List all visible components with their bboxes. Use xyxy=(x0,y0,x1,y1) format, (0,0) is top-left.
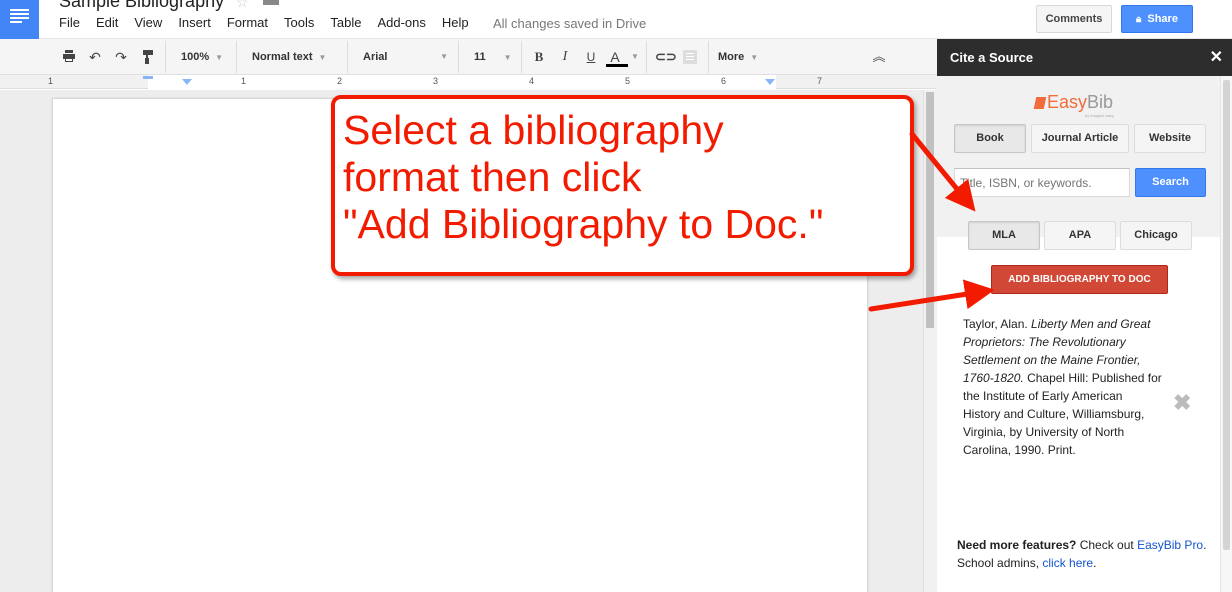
collapse-toolbar-icon[interactable]: ︽ xyxy=(871,49,887,65)
ruler-label: 4 xyxy=(529,76,535,86)
menu-insert[interactable]: Insert xyxy=(178,15,211,30)
app-header: Sample Bibliography ☆ File Edit View Ins… xyxy=(0,0,1232,39)
share-label: Share xyxy=(1147,13,1178,25)
underline-button[interactable]: U xyxy=(583,49,599,65)
right-indent-handle[interactable] xyxy=(765,79,775,85)
chevron-down-icon: ▼ xyxy=(750,53,759,62)
search-button[interactable]: Search xyxy=(1135,168,1206,197)
paint-format-icon[interactable] xyxy=(140,49,156,65)
undo-icon[interactable]: ↶ xyxy=(87,49,103,65)
document-scrollbar-thumb[interactable] xyxy=(926,92,934,328)
format-apa[interactable]: APA xyxy=(1044,221,1116,250)
menu-table[interactable]: Table xyxy=(330,15,361,30)
text-color-swatch xyxy=(606,64,628,67)
document-title[interactable]: Sample Bibliography xyxy=(59,0,224,12)
easybib-tagline: by imagine easy xyxy=(1085,113,1114,118)
format-mla[interactable]: MLA xyxy=(968,221,1040,250)
first-line-indent-handle[interactable] xyxy=(143,76,153,79)
toolbar: ↶ ↷ 100% ▼ Normal text ▼ Arial ▼ 11 ▼ B I U … xyxy=(0,39,937,75)
menu-format[interactable]: Format xyxy=(227,15,268,30)
chevron-down-icon: ▼ xyxy=(215,53,224,62)
link-icon[interactable]: ⊂⊃ xyxy=(655,49,677,65)
screen: Sample Bibliography ☆ File Edit View Ins… xyxy=(0,0,1232,592)
cite-sidebar: Cite a Source ✕ EasyBib by imagine easy … xyxy=(937,39,1232,592)
chevron-down-icon: ▼ xyxy=(503,53,512,62)
chevron-down-icon: ▼ xyxy=(631,52,639,61)
sidebar-scrollbar-thumb[interactable] xyxy=(1223,80,1230,550)
text-color-label: A xyxy=(610,49,620,65)
save-status[interactable]: All changes saved in Drive xyxy=(493,16,646,31)
folder-icon[interactable] xyxy=(263,0,279,5)
font-size-select[interactable]: 11 ▼ xyxy=(474,39,512,75)
source-type-website[interactable]: Website xyxy=(1134,124,1206,153)
ruler-label: 3 xyxy=(433,76,439,86)
star-icon[interactable]: ☆ xyxy=(236,0,249,11)
easybib-pro-link[interactable]: EasyBib Pro xyxy=(1137,538,1203,552)
font-size-value: 11 xyxy=(474,51,486,63)
comments-button[interactable]: Comments xyxy=(1036,5,1112,33)
source-type-book[interactable]: Book xyxy=(954,124,1026,153)
text-color-button[interactable]: A ▼ xyxy=(606,49,639,67)
upgrade-note: Need more features? Check out EasyBib Pr… xyxy=(957,538,1207,570)
menu-bar: File Edit View Insert Format Tools Table… xyxy=(59,15,485,30)
menu-view[interactable]: View xyxy=(134,15,162,30)
docs-home-icon[interactable] xyxy=(0,0,39,39)
ruler-label: 7 xyxy=(817,76,823,86)
font-value: Arial xyxy=(363,51,388,63)
chevron-down-icon: ▼ xyxy=(440,52,448,61)
italic-button[interactable]: I xyxy=(557,49,573,65)
format-chicago[interactable]: Chicago xyxy=(1120,221,1192,250)
style-select[interactable]: Normal text ▼ xyxy=(252,39,326,75)
bold-button[interactable]: B xyxy=(531,49,547,65)
ruler-label: 1 xyxy=(241,76,247,86)
callout-text: Select a bibliography format then click … xyxy=(343,107,824,247)
instruction-callout: Select a bibliography format then click … xyxy=(331,95,914,276)
add-bibliography-button[interactable]: ADD BIBLIOGRAPHY TO DOC xyxy=(991,265,1168,294)
font-select[interactable]: Arial ▼ xyxy=(363,39,448,75)
menu-edit[interactable]: Edit xyxy=(96,15,118,30)
remove-citation-icon[interactable]: ✖ xyxy=(1173,390,1191,416)
lock-icon: 🔒︎ xyxy=(1136,14,1142,25)
more-label: More xyxy=(718,51,745,63)
menu-tools[interactable]: Tools xyxy=(284,15,314,30)
zoom-select[interactable]: 100% ▼ xyxy=(181,39,223,75)
ruler-label: 1 xyxy=(48,76,54,86)
left-indent-handle[interactable] xyxy=(182,79,192,85)
share-button[interactable]: 🔒︎ Share xyxy=(1121,5,1193,33)
search-input[interactable] xyxy=(954,168,1130,197)
style-value: Normal text xyxy=(252,51,313,63)
easybib-logo: EasyBib xyxy=(1033,92,1113,113)
upgrade-heading: Need more features? xyxy=(957,538,1077,552)
easybib-book-icon xyxy=(1033,97,1047,109)
ruler-label: 2 xyxy=(337,76,343,86)
citation-entry: Taylor, Alan. Liberty Men and Great Prop… xyxy=(963,315,1163,459)
print-icon[interactable] xyxy=(61,49,77,65)
sidebar-title: Cite a Source xyxy=(950,50,1034,65)
source-type-journal[interactable]: Journal Article xyxy=(1031,124,1129,153)
ruler: 1 1 2 3 4 5 6 7 xyxy=(0,75,937,89)
more-button[interactable]: More ▼ xyxy=(718,39,758,75)
close-icon[interactable]: ✕ xyxy=(1210,47,1223,67)
ruler-label: 5 xyxy=(625,76,631,86)
menu-help[interactable]: Help xyxy=(442,15,469,30)
citation-author: Taylor, Alan. xyxy=(963,317,1032,331)
ruler-label: 6 xyxy=(721,76,727,86)
zoom-value: 100% xyxy=(181,51,210,63)
menu-file[interactable]: File xyxy=(59,15,80,30)
menu-addons[interactable]: Add-ons xyxy=(377,15,425,30)
chevron-down-icon: ▼ xyxy=(318,53,327,62)
sidebar-header: Cite a Source ✕ xyxy=(937,39,1232,76)
redo-icon[interactable]: ↷ xyxy=(113,49,129,65)
school-admins-link[interactable]: click here xyxy=(1042,556,1093,570)
comment-icon[interactable] xyxy=(682,49,698,65)
